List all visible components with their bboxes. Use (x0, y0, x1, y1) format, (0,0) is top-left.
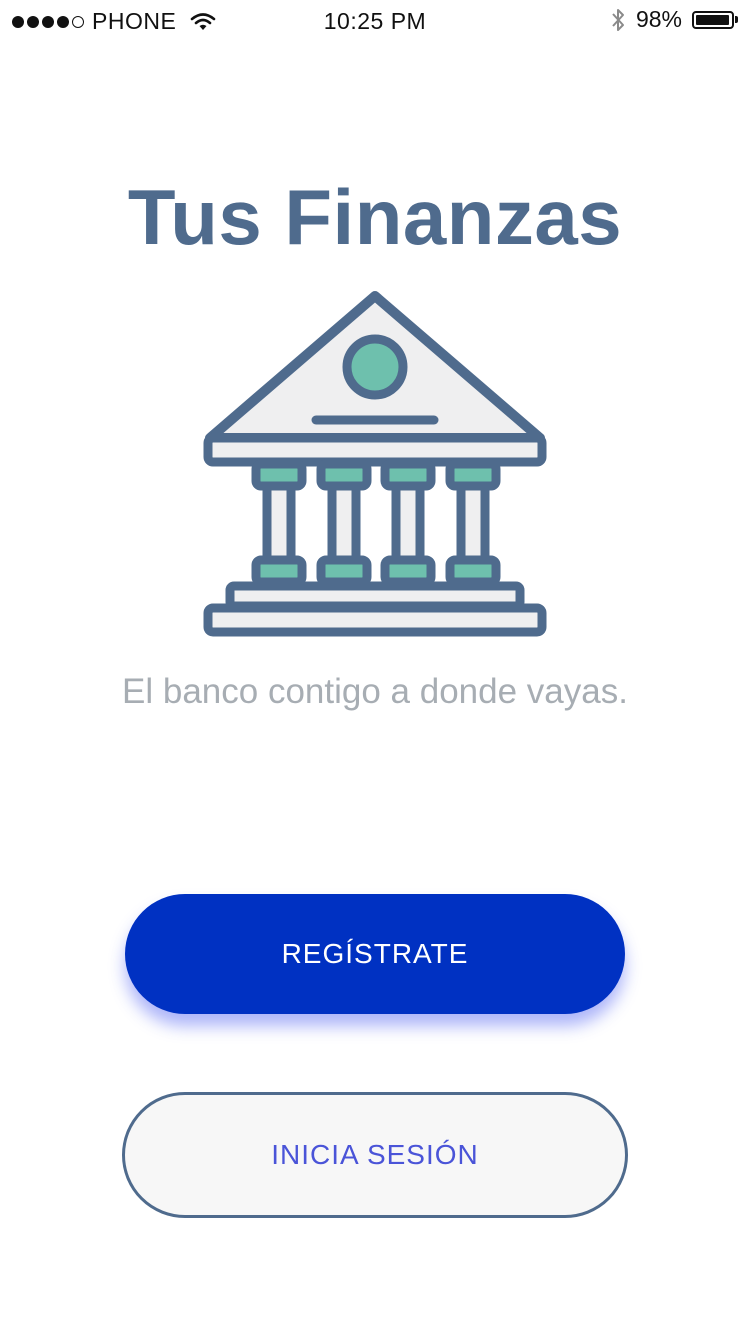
login-button[interactable]: INICIA SESIÓN (122, 1092, 628, 1218)
battery-percent: 98% (635, 6, 682, 32)
bank-column (380, 459, 436, 587)
status-right: 98% (610, 6, 738, 33)
register-button[interactable]: REGÍSTRATE (125, 894, 625, 1014)
bank-column (445, 459, 501, 587)
battery-icon (692, 10, 738, 29)
bank-lower-step (203, 603, 547, 637)
bank-entablature (203, 433, 547, 467)
login-button-label: INICIA SESIÓN (271, 1139, 479, 1170)
bank-column (251, 459, 307, 587)
tagline: El banco contigo a donde vayas. (122, 672, 628, 711)
bank-roof-medallion (342, 334, 408, 400)
bluetooth-icon (612, 8, 624, 31)
bank-columns (251, 459, 501, 587)
bank-upper-step (225, 581, 525, 611)
status-bar: PHONE 10:25 PM 98% (0, 0, 750, 42)
bank-column (316, 459, 372, 587)
battery-fill (696, 14, 730, 25)
app-title: Tus Finanzas (127, 173, 623, 261)
register-button-label: REGÍSTRATE (281, 938, 469, 969)
bank-building-icon (203, 291, 547, 637)
